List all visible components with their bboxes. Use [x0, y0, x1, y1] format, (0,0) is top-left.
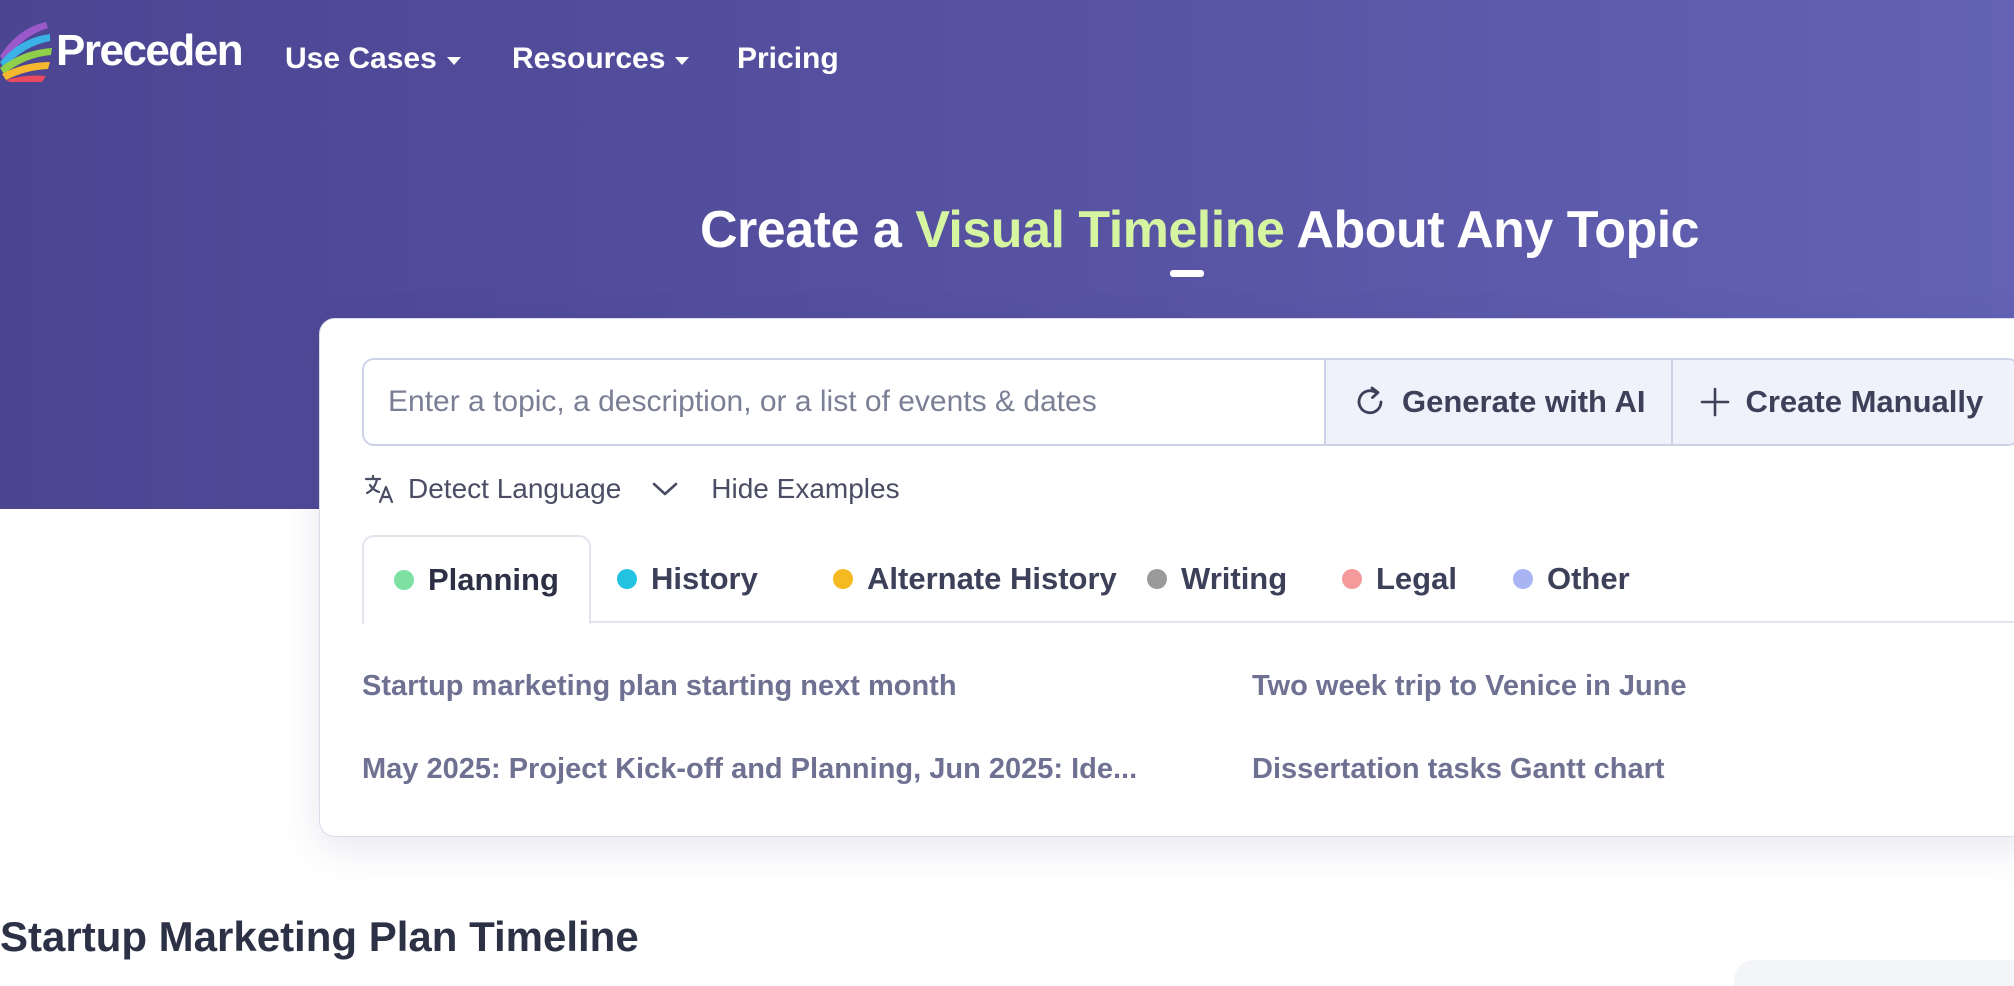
hide-examples-link[interactable]: Hide Examples — [711, 473, 899, 505]
tab-legal[interactable]: Legal — [1342, 535, 1457, 623]
example-link[interactable]: Two week trip to Venice in June — [1252, 672, 1687, 701]
tab-legal-label: Legal — [1376, 561, 1457, 596]
brand-logo[interactable]: Preceden — [0, 20, 244, 82]
history-dot-icon — [617, 569, 637, 589]
tab-other-label: Other — [1547, 561, 1630, 596]
caret-down-icon — [675, 56, 690, 65]
language-dropdown-toggle[interactable] — [651, 479, 679, 499]
other-dot-icon — [1513, 569, 1533, 589]
create-manually-button[interactable]: Create Manually — [1671, 360, 2014, 444]
headline-before: Create a — [700, 201, 902, 259]
chevron-down-icon — [652, 482, 678, 496]
plus-icon — [1701, 387, 1730, 417]
nav-resources-label: Resources — [512, 42, 666, 75]
brand-name: Preceden — [56, 26, 244, 75]
nav-use-cases[interactable]: Use Cases — [285, 44, 461, 74]
headline-after: About Any Topic — [1296, 201, 1700, 259]
section-title: Startup Marketing Plan Timeline — [0, 913, 639, 960]
tab-alternate-history-label: Alternate History — [867, 561, 1117, 596]
tab-history-label: History — [651, 561, 758, 596]
hero-headline: Create a Visual Timeline About Any Topic — [700, 201, 1700, 259]
refresh-icon — [1357, 386, 1383, 415]
preceden-logo-icon — [0, 22, 52, 82]
nav-use-cases-label: Use Cases — [285, 42, 437, 75]
alternate-history-dot-icon — [833, 569, 853, 589]
language-selector[interactable]: Detect Language — [364, 473, 621, 505]
caret-down-icon — [446, 56, 461, 65]
text-cursor-indicator — [1170, 270, 1204, 277]
writing-dot-icon — [1147, 569, 1167, 589]
example-link[interactable]: May 2025: Project Kick-off and Planning,… — [362, 755, 1137, 784]
tab-history[interactable]: History — [617, 535, 758, 623]
example-link[interactable]: Dissertation tasks Gantt chart — [1252, 755, 1665, 784]
nav-pricing-label: Pricing — [737, 42, 839, 75]
tab-planning[interactable]: Planning — [362, 535, 591, 625]
timeline-preview-edge — [1734, 960, 2014, 986]
example-category-tabs: Planning History Alternate History Writi… — [362, 535, 2014, 625]
tab-writing[interactable]: Writing — [1147, 535, 1287, 623]
translate-icon — [364, 474, 394, 504]
tab-writing-label: Writing — [1181, 561, 1288, 596]
topic-input-group: Generate with AI Create Manually — [362, 358, 2014, 446]
tab-planning-label: Planning — [428, 562, 559, 597]
generate-with-ai-label: Generate with AI — [1402, 384, 1646, 419]
timeline-creator-card: Generate with AI Create Manually Detect … — [319, 318, 2014, 837]
tab-other[interactable]: Other — [1513, 535, 1630, 623]
top-navigation: Preceden Use Cases Resources Pricing — [0, 0, 2014, 130]
example-link[interactable]: Startup marketing plan starting next mon… — [362, 672, 957, 701]
nav-pricing[interactable]: Pricing — [737, 44, 839, 74]
nav-resources[interactable]: Resources — [512, 42, 690, 75]
language-label: Detect Language — [408, 473, 622, 504]
topic-input[interactable] — [364, 360, 1324, 444]
planning-dot-icon — [394, 570, 414, 590]
headline-accent: Visual Timeline — [915, 201, 1285, 259]
legal-dot-icon — [1342, 569, 1362, 589]
input-options: Detect Language Hide Examples — [364, 469, 900, 509]
create-manually-label: Create Manually — [1745, 384, 1984, 419]
tab-alternate-history[interactable]: Alternate History — [833, 535, 1117, 623]
generate-with-ai-button[interactable]: Generate with AI — [1324, 360, 1672, 444]
